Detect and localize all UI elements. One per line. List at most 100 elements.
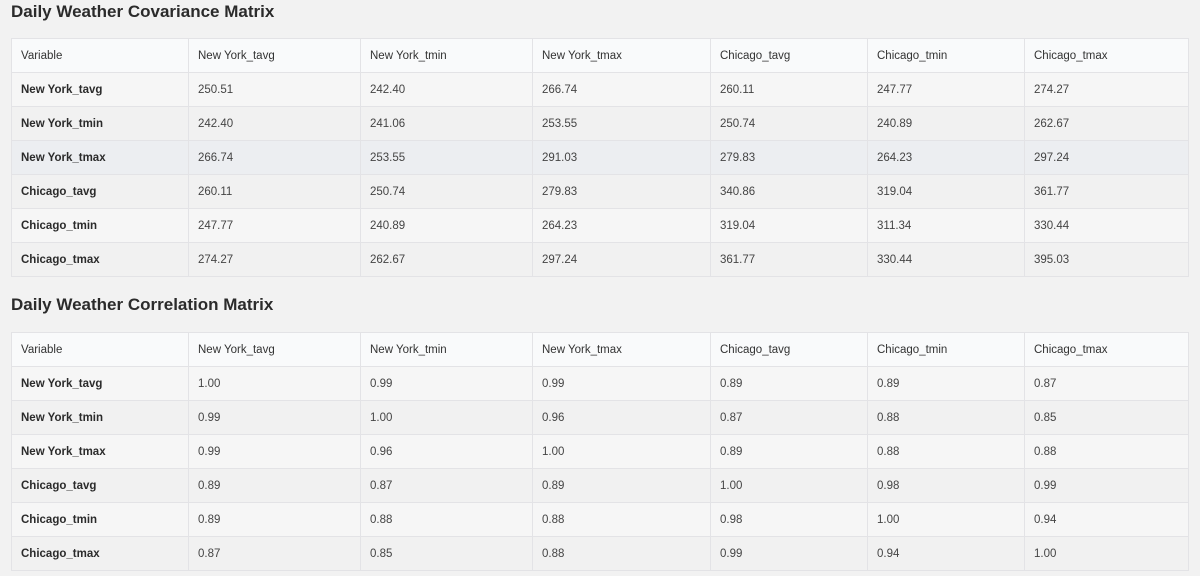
covariance-table: Variable New York_tavg New York_tmin New…	[11, 38, 1189, 277]
table-cell: 0.87	[710, 400, 868, 435]
row-label: New York_tavg	[11, 366, 189, 401]
column-header: Chicago_tmax	[1024, 332, 1189, 367]
table-cell: 1.00	[532, 434, 711, 469]
table-cell: 250.51	[188, 72, 361, 107]
row-label: New York_tmin	[11, 106, 189, 141]
table-cell: 0.88	[360, 502, 533, 537]
table-cell: 279.83	[710, 140, 868, 175]
table-cell: 319.04	[867, 174, 1025, 209]
table-cell: 0.99	[360, 366, 533, 401]
table-cell: 274.27	[188, 242, 361, 277]
table-cell: 253.55	[360, 140, 533, 175]
table-cell: 1.00	[1024, 536, 1189, 571]
table-cell: 0.87	[360, 468, 533, 503]
row-label: New York_tmax	[11, 140, 189, 175]
table-cell: 240.89	[867, 106, 1025, 141]
table-cell: 250.74	[710, 106, 868, 141]
table-cell: 0.96	[532, 400, 711, 435]
table-row: Chicago_tavg 0.89 0.87 0.89 1.00 0.98 0.…	[11, 468, 1189, 503]
table-row: New York_tmax 0.99 0.96 1.00 0.89 0.88 0…	[11, 434, 1189, 469]
table-cell: 260.11	[188, 174, 361, 209]
table-row: Chicago_tmax 0.87 0.85 0.88 0.99 0.94 1.…	[11, 536, 1189, 571]
table-cell: 274.27	[1024, 72, 1189, 107]
column-header: Variable	[11, 38, 189, 73]
table-cell: 264.23	[532, 208, 711, 243]
row-label: Chicago_tmax	[11, 536, 189, 571]
table-row: Chicago_tmax 274.27 262.67 297.24 361.77…	[11, 242, 1189, 277]
table-cell: 0.89	[710, 366, 868, 401]
table-cell: 330.44	[1024, 208, 1189, 243]
table-cell: 0.89	[532, 468, 711, 503]
row-label: New York_tmin	[11, 400, 189, 435]
row-label: Chicago_tavg	[11, 174, 189, 209]
table-cell: 250.74	[360, 174, 533, 209]
table-cell: 0.99	[1024, 468, 1189, 503]
table-cell: 0.89	[188, 502, 361, 537]
table-cell: 0.88	[867, 400, 1025, 435]
table-cell: 0.89	[710, 434, 868, 469]
row-label: Chicago_tmin	[11, 208, 189, 243]
table-cell: 262.67	[1024, 106, 1189, 141]
table-cell: 279.83	[532, 174, 711, 209]
table-cell: 0.98	[867, 468, 1025, 503]
correlation-title: Daily Weather Correlation Matrix	[11, 295, 274, 314]
correlation-table: Variable New York_tavg New York_tmin New…	[11, 332, 1189, 571]
table-cell: 266.74	[188, 140, 361, 175]
column-header: Chicago_tavg	[710, 38, 868, 73]
column-header: Chicago_tmin	[867, 332, 1025, 367]
column-header: New York_tavg	[188, 38, 361, 73]
table-cell: 247.77	[867, 72, 1025, 107]
column-header: Chicago_tavg	[710, 332, 868, 367]
table-cell: 0.88	[1024, 434, 1189, 469]
column-header: New York_tmax	[532, 38, 711, 73]
table-cell: 0.88	[532, 502, 711, 537]
table-cell: 311.34	[867, 208, 1025, 243]
table-cell: 0.89	[867, 366, 1025, 401]
table-cell: 0.96	[360, 434, 533, 469]
table-cell: 1.00	[867, 502, 1025, 537]
column-header: New York_tmin	[360, 332, 533, 367]
row-label: New York_tmax	[11, 434, 189, 469]
table-cell: 242.40	[360, 72, 533, 107]
table-cell: 247.77	[188, 208, 361, 243]
row-label: New York_tavg	[11, 72, 189, 107]
table-cell: 297.24	[532, 242, 711, 277]
table-cell: 319.04	[710, 208, 868, 243]
page: Daily Weather Covariance Matrix Variable…	[0, 0, 1200, 576]
table-cell: 0.98	[710, 502, 868, 537]
table-row: New York_tmin 242.40 241.06 253.55 250.7…	[11, 106, 1189, 141]
table-row: New York_tmin 0.99 1.00 0.96 0.87 0.88 0…	[11, 400, 1189, 435]
table-cell: 0.99	[188, 434, 361, 469]
header-row: Variable New York_tavg New York_tmin New…	[11, 332, 1189, 367]
column-header: New York_tmin	[360, 38, 533, 73]
table-cell: 0.85	[1024, 400, 1189, 435]
table-cell: 1.00	[710, 468, 868, 503]
table-cell: 0.87	[1024, 366, 1189, 401]
table-cell: 361.77	[1024, 174, 1189, 209]
table-cell: 291.03	[532, 140, 711, 175]
table-cell: 266.74	[532, 72, 711, 107]
table-cell: 0.99	[532, 366, 711, 401]
column-header: Chicago_tmax	[1024, 38, 1189, 73]
table-cell: 0.88	[532, 536, 711, 571]
column-header: New York_tavg	[188, 332, 361, 367]
table-cell: 0.99	[188, 400, 361, 435]
table-row: Chicago_tmin 0.89 0.88 0.88 0.98 1.00 0.…	[11, 502, 1189, 537]
row-label: Chicago_tmin	[11, 502, 189, 537]
table-cell: 395.03	[1024, 242, 1189, 277]
table-cell: 330.44	[867, 242, 1025, 277]
table-cell: 0.87	[188, 536, 361, 571]
column-header: Chicago_tmin	[867, 38, 1025, 73]
table-cell: 240.89	[360, 208, 533, 243]
table-cell: 260.11	[710, 72, 868, 107]
table-cell: 361.77	[710, 242, 868, 277]
table-cell: 242.40	[188, 106, 361, 141]
table-row: Chicago_tmin 247.77 240.89 264.23 319.04…	[11, 208, 1189, 243]
table-cell: 0.99	[710, 536, 868, 571]
table-cell: 0.94	[1024, 502, 1189, 537]
table-cell: 0.88	[867, 434, 1025, 469]
table-row: New York_tavg 1.00 0.99 0.99 0.89 0.89 0…	[11, 366, 1189, 401]
column-header: Variable	[11, 332, 189, 367]
table-cell: 241.06	[360, 106, 533, 141]
table-row: Chicago_tavg 260.11 250.74 279.83 340.86…	[11, 174, 1189, 209]
